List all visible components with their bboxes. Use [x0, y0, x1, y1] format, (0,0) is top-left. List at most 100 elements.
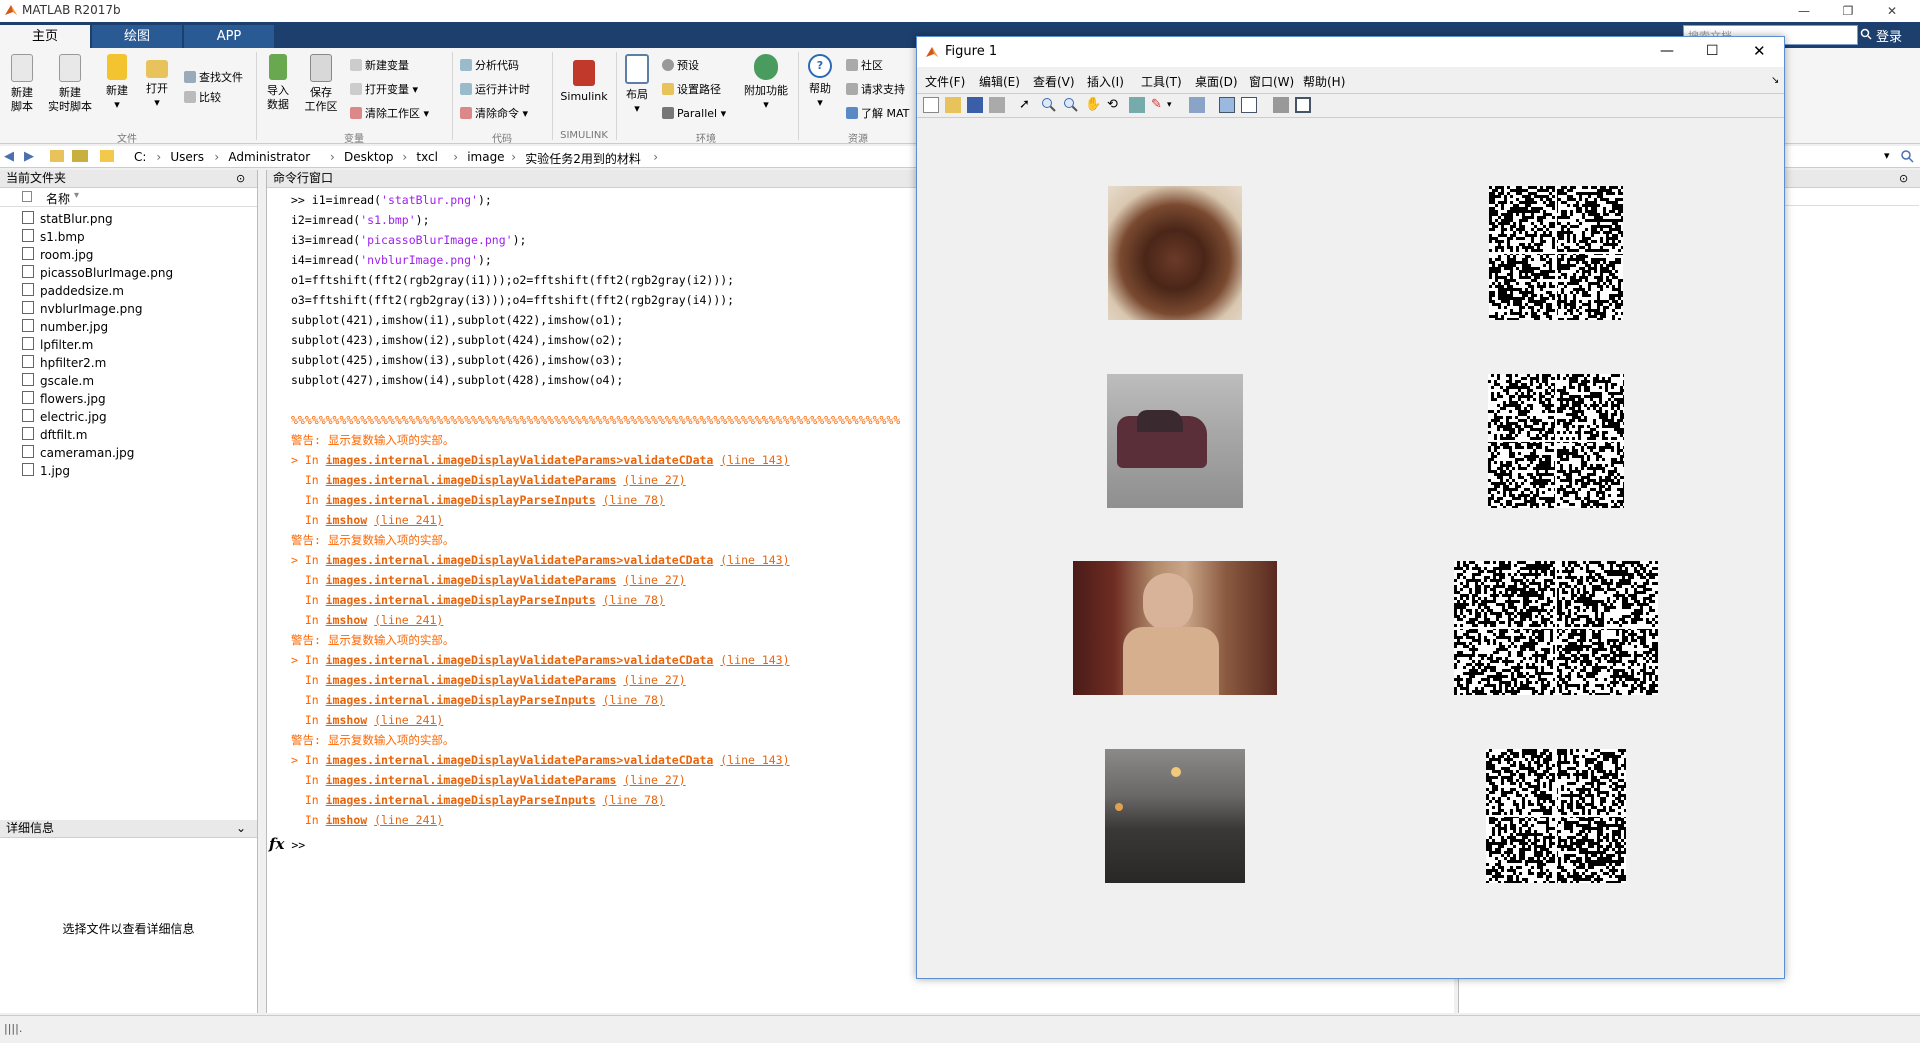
stack-line-link[interactable]: (line 27): [623, 773, 685, 787]
parallel-button[interactable]: Parallel ▾: [662, 106, 726, 122]
save-workspace-button[interactable]: 保存 工作区: [300, 54, 342, 114]
addons-button[interactable]: 附加功能 ▾: [740, 54, 792, 112]
breadcrumb-item[interactable]: C:: [134, 150, 146, 164]
stack-function-link[interactable]: imshow: [326, 513, 368, 527]
stack-line-link[interactable]: (line 27): [623, 473, 685, 487]
minimize-button[interactable]: —: [1782, 0, 1826, 22]
stack-line-link[interactable]: (line 143): [720, 453, 789, 467]
save-icon[interactable]: [967, 97, 983, 113]
stack-function-link[interactable]: images.internal.imageDisplayValidatePara…: [326, 553, 714, 567]
new-figure-icon[interactable]: [923, 97, 939, 113]
compare-button[interactable]: 比较: [184, 90, 221, 106]
zoom-out-icon[interactable]: [1063, 97, 1079, 113]
file-list-item[interactable]: dftfilt.m: [22, 426, 87, 444]
stack-function-link[interactable]: images.internal.imageDisplayValidatePara…: [326, 573, 617, 587]
simulink-button[interactable]: Simulink: [556, 60, 612, 104]
stack-function-link[interactable]: images.internal.imageDisplayValidatePara…: [326, 753, 714, 767]
file-list-item[interactable]: gscale.m: [22, 372, 94, 390]
up-folder-icon[interactable]: [50, 150, 64, 162]
figure-menu-item[interactable]: 编辑(E): [979, 73, 1020, 90]
figure-menu-item[interactable]: 工具(T): [1141, 73, 1182, 90]
file-list-item[interactable]: hpfilter2.m: [22, 354, 106, 372]
figure-menu-item[interactable]: 文件(F): [925, 73, 965, 90]
brush-icon[interactable]: ✎: [1151, 97, 1167, 113]
set-path-button[interactable]: 设置路径: [662, 82, 721, 98]
layout-button[interactable]: 布局 ▾: [622, 54, 652, 116]
fx-icon[interactable]: fx: [269, 835, 284, 853]
breadcrumb-item[interactable]: txcl: [416, 150, 438, 164]
new-script-button[interactable]: 新建 脚本: [4, 54, 40, 114]
stack-function-link[interactable]: images.internal.imageDisplayParseInputs: [326, 493, 596, 507]
stack-line-link[interactable]: (line 241): [374, 513, 443, 527]
search-icon[interactable]: [1900, 149, 1914, 163]
stack-line-link[interactable]: (line 143): [720, 753, 789, 767]
link-plot-icon[interactable]: [1189, 97, 1205, 113]
breadcrumb-item[interactable]: Desktop: [344, 150, 394, 164]
stack-function-link[interactable]: images.internal.imageDisplayValidatePara…: [326, 773, 617, 787]
figure-menu-item[interactable]: 桌面(D): [1195, 73, 1238, 90]
breadcrumb-item[interactable]: Users: [170, 150, 204, 164]
file-list-item[interactable]: flowers.jpg: [22, 390, 106, 408]
new-live-script-button[interactable]: 新建 实时脚本: [46, 54, 94, 114]
stack-line-link[interactable]: (line 78): [603, 693, 665, 707]
file-list-item[interactable]: paddedsize.m: [22, 282, 124, 300]
figure-menu-item[interactable]: 查看(V): [1033, 73, 1075, 90]
request-support-button[interactable]: 请求支持: [846, 82, 905, 98]
close-button[interactable]: ✕: [1753, 42, 1766, 60]
file-list-item[interactable]: statBlur.png: [22, 210, 113, 228]
breadcrumb-item[interactable]: Administrator: [228, 150, 310, 164]
legend-icon[interactable]: [1241, 97, 1257, 113]
chevron-down-icon[interactable]: ⌄: [236, 821, 246, 835]
stack-line-link[interactable]: (line 78): [603, 493, 665, 507]
print-icon[interactable]: [989, 97, 1005, 113]
rotate-icon[interactable]: ⟲: [1107, 97, 1123, 113]
figure-window[interactable]: Figure 1 — ☐ ✕ 文件(F) 编辑(E) 查看(V) 插入(I) 工具(T)…: [916, 36, 1785, 979]
name-column-header[interactable]: 名称: [46, 190, 70, 207]
chevron-down-icon[interactable]: ▾: [1167, 97, 1183, 113]
figure-menu-item[interactable]: 插入(I): [1087, 73, 1124, 90]
forward-arrow-icon[interactable]: ▶: [24, 149, 34, 164]
stack-function-link[interactable]: imshow: [326, 713, 368, 727]
file-list-item[interactable]: room.jpg: [22, 246, 93, 264]
run-and-time-button[interactable]: 运行并计时: [460, 82, 530, 98]
find-files-button[interactable]: 查找文件: [184, 70, 243, 86]
help-button[interactable]: ? 帮助 ▾: [804, 54, 836, 110]
pointer-icon[interactable]: ➚: [1019, 97, 1035, 113]
file-list-item[interactable]: lpfilter.m: [22, 336, 93, 354]
open-button[interactable]: 打开 ▾: [142, 54, 172, 110]
clear-commands-button[interactable]: 清除命令 ▾: [460, 106, 528, 122]
new-button[interactable]: 新建 ▾: [102, 54, 132, 112]
stack-line-link[interactable]: (line 143): [720, 653, 789, 667]
stack-function-link[interactable]: images.internal.imageDisplayValidatePara…: [326, 673, 617, 687]
command-prompt[interactable]: fx >>: [269, 834, 305, 854]
panel-menu-icon[interactable]: ⊙: [1899, 172, 1908, 185]
details-header[interactable]: 详细信息: [0, 820, 257, 838]
show-plot-tools-icon[interactable]: [1295, 97, 1311, 113]
new-variable-button[interactable]: 新建变量: [350, 58, 409, 74]
stack-function-link[interactable]: images.internal.imageDisplayParseInputs: [326, 793, 596, 807]
file-list-item[interactable]: picassoBlurImage.png: [22, 264, 173, 282]
panel-menu-icon[interactable]: ⊙: [236, 172, 245, 185]
stack-function-link[interactable]: images.internal.imageDisplayValidatePara…: [326, 473, 617, 487]
stack-line-link[interactable]: (line 143): [720, 553, 789, 567]
open-variable-button[interactable]: 打开变量 ▾: [350, 82, 418, 98]
sort-icon[interactable]: ▾: [74, 190, 79, 201]
maximize-button[interactable]: ☐: [1706, 43, 1719, 59]
stack-function-link[interactable]: images.internal.imageDisplayValidatePara…: [326, 653, 714, 667]
stack-function-link[interactable]: images.internal.imageDisplayParseInputs: [326, 593, 596, 607]
hide-plot-tools-icon[interactable]: [1273, 97, 1289, 113]
chevron-down-icon[interactable]: ▾: [1884, 149, 1890, 162]
stack-line-link[interactable]: (line 241): [374, 713, 443, 727]
breadcrumb-item[interactable]: image: [467, 150, 504, 164]
file-list-item[interactable]: nvblurImage.png: [22, 300, 142, 318]
figure-menu-item[interactable]: 帮助(H): [1303, 73, 1345, 90]
preferences-button[interactable]: 预设: [662, 58, 699, 74]
stack-line-link[interactable]: (line 78): [603, 793, 665, 807]
back-arrow-icon[interactable]: ◀: [4, 149, 14, 164]
tab-plots[interactable]: 绘图: [92, 25, 182, 48]
stack-function-link[interactable]: imshow: [326, 613, 368, 627]
pan-hand-icon[interactable]: ✋: [1085, 97, 1101, 113]
file-list-item[interactable]: cameraman.jpg: [22, 444, 134, 462]
stack-line-link[interactable]: (line 241): [374, 613, 443, 627]
search-icon[interactable]: [1860, 28, 1872, 40]
